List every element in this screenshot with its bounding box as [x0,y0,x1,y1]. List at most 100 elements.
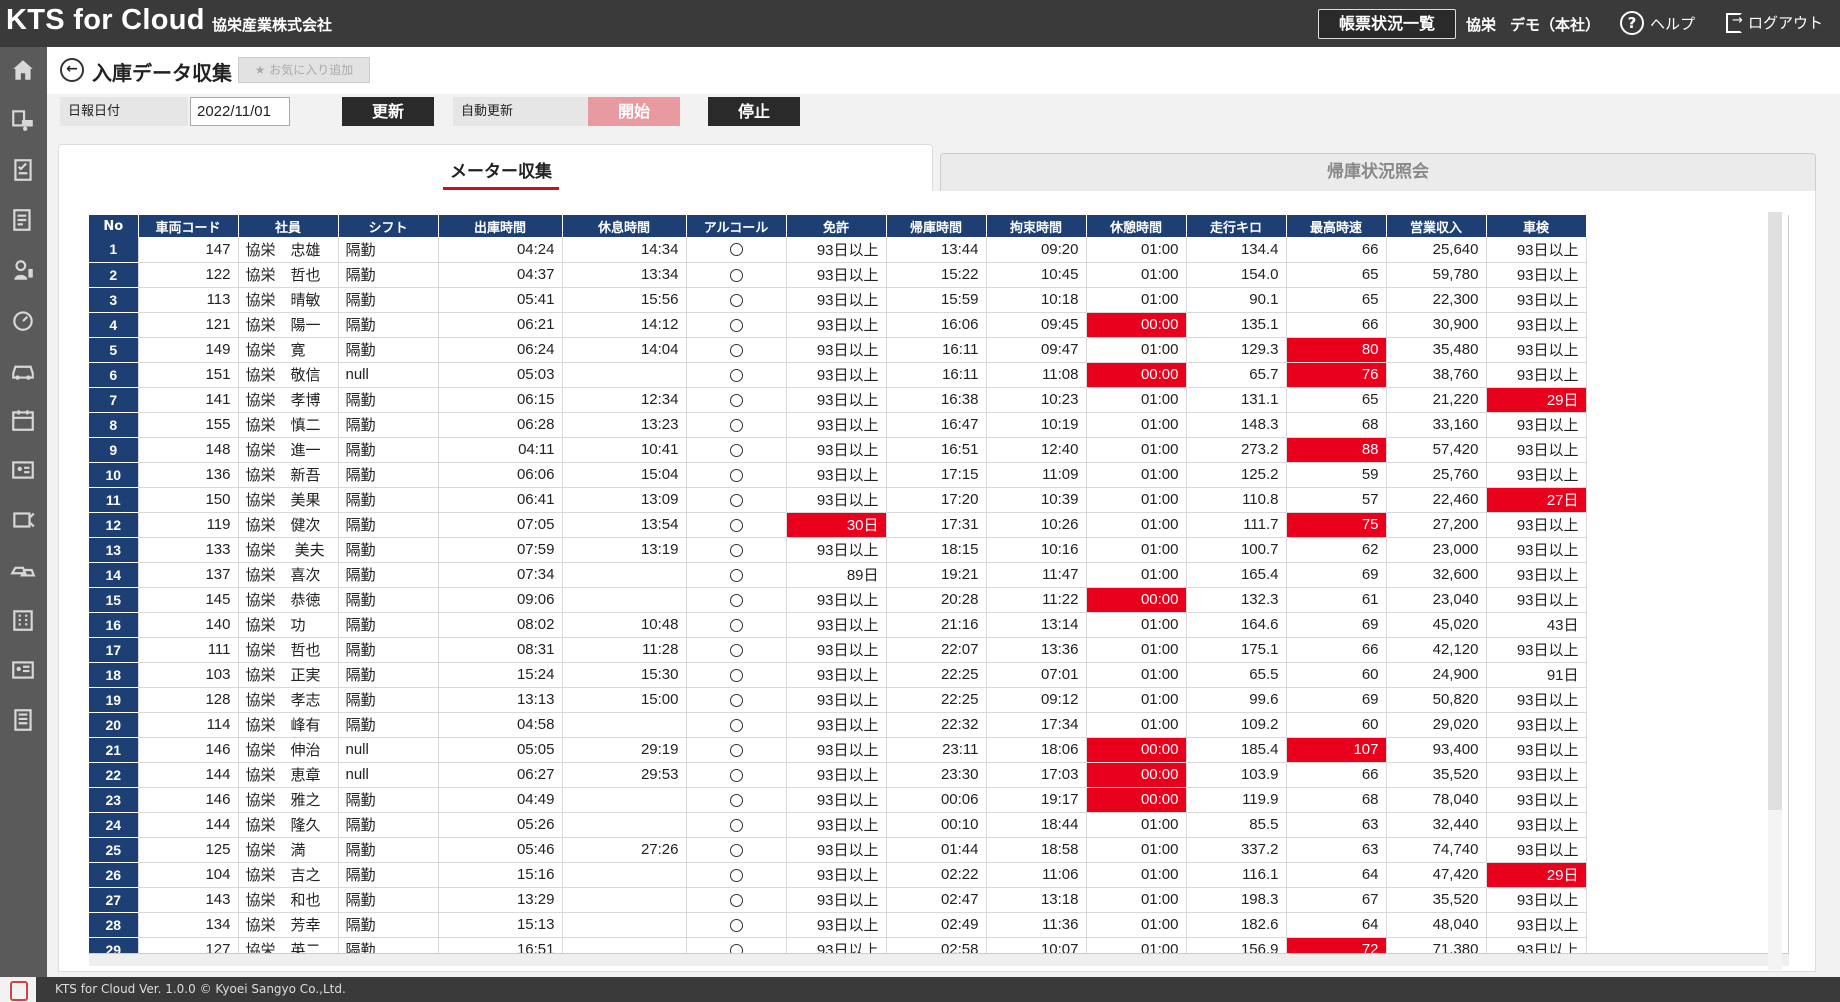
building-icon[interactable] [9,607,37,635]
cell-spd: 66 [1286,312,1387,338]
horizontal-scrollbar[interactable] [89,954,1789,966]
cell-ret: 02:47 [886,887,987,913]
table-row[interactable]: 2 122 協栄 哲也 隔勤 04:37 13:34 93日以上 15:22 10:45 01:0… [89,262,1587,288]
column-header[interactable]: アルコール [686,215,787,237]
table-row[interactable]: 8 155 協栄 慎二 隔勤 06:28 13:23 93日以上 16:47 10:19 01:0… [89,412,1587,438]
column-header[interactable]: 車両コード [138,215,239,237]
table-row[interactable]: 25 125 協栄 満隔勤 05:46 27:26 93日以上 01:44 18:58 01:0… [89,837,1587,863]
meter-icon[interactable] [9,307,37,335]
table-row[interactable]: 27 143 協栄 和也 隔勤 13:29 93日以上 02:47 13:18 01:00 198… [89,887,1587,913]
car-icon[interactable] [9,357,37,385]
column-header[interactable]: 走行キロ [1186,215,1287,237]
logout-link[interactable]: ログアウト [1726,12,1823,33]
column-header[interactable]: 免許 [786,215,887,237]
tab-meter-collection[interactable]: メーター収集 [58,144,933,192]
app-title: KTS for Cloud [6,4,205,36]
table-row[interactable]: 13 133 協栄 美夫 隔勤 07:59 13:19 93日以上 18:15 10:16 01:… [89,537,1587,563]
cell-brk: 00:00 [1086,762,1187,788]
vehicle-list-icon[interactable] [9,107,37,135]
help-link[interactable]: ? ヘルプ [1620,11,1695,35]
column-header[interactable]: 休息時間 [562,215,687,237]
cell-bind: 07:01 [986,662,1087,688]
accident-icon[interactable] [9,557,37,585]
home-icon[interactable] [9,57,37,85]
table-row[interactable]: 24 144 協栄 隆久 隔勤 05:26 93日以上 00:10 18:44 01:00 85.… [89,812,1587,838]
table-row[interactable]: 29 127 協栄 英二 隔勤 16:51 93日以上 02:58 10:07 01:00 156… [89,937,1587,953]
table-row[interactable]: 18 103 協栄 正実 隔勤 15:24 15:30 93日以上 22:25 07:01 01:… [89,662,1587,688]
cell-ret: 13:44 [886,237,987,263]
column-header[interactable]: 拘束時間 [986,215,1087,237]
column-header[interactable]: シフト [338,215,439,237]
cell-insp: 27日 [1486,487,1587,513]
report-status-button[interactable]: 帳票状況一覧 [1318,9,1456,39]
cell-car: 111 [138,637,239,663]
table-row[interactable]: 20 114 協栄 峰有 隔勤 04:58 93日以上 22:32 17:34 01:00 109… [89,712,1587,738]
cell-km: 109.2 [1186,712,1287,738]
table-row[interactable]: 12 119 協栄 健次 隔勤 07:05 13:54 30日 17:31 10:26 01:00… [89,512,1587,538]
column-header[interactable]: 帰庫時間 [886,215,987,237]
table-row[interactable]: 11 150 協栄 美果 隔勤 06:41 13:09 93日以上 17:20 10:39 01:… [89,487,1587,513]
date-input[interactable]: 2022/11/01 [190,97,290,126]
column-header[interactable]: 休憩時間 [1086,215,1187,237]
table-row[interactable]: 14 137 協栄 喜次 隔勤 07:34 89日 19:21 11:47 01:00 165.4… [89,562,1587,588]
cell-bind: 13:36 [986,637,1087,663]
alcohol-ok-icon [686,537,787,563]
maintenance-icon[interactable] [9,507,37,535]
back-arrow-icon[interactable]: ← [60,58,84,82]
cell-ret: 22:25 [886,662,987,688]
table-row[interactable]: 17 111 協栄 哲也 隔勤 08:31 11:28 93日以上 22:07 13:36 01:… [89,637,1587,663]
vertical-scroll-track[interactable] [1768,810,1782,970]
table-row[interactable]: 4 121 協栄 陽一 隔勤 06:21 14:12 93日以上 16:06 09:45 00:0… [89,312,1587,338]
table-row[interactable]: 19 128 協栄 孝志 隔勤 13:13 15:00 93日以上 22:25 09:12 01:… [89,687,1587,713]
add-favorite-button[interactable]: ★ お気に入り追加 [238,57,370,83]
circle-icon [729,268,743,282]
cell-shift: 隔勤 [338,262,439,288]
tab-return-status[interactable]: 帰庫状況照会 [940,153,1816,192]
cell-out: 06:27 [438,762,563,788]
stop-button[interactable]: 停止 [708,97,800,126]
alcohol-check-icon[interactable] [9,257,37,285]
table-row[interactable]: 9 148 協栄 進一 隔勤 04:11 10:41 93日以上 16:51 12:40 01:0… [89,437,1587,463]
table-row[interactable]: 10 136 協栄 新吾 隔勤 06:06 15:04 93日以上 17:15 11:09 01:… [89,462,1587,488]
table-row[interactable]: 28 134 協栄 芳幸 隔勤 15:13 93日以上 02:49 11:36 01:00 182… [89,912,1587,938]
circle-icon [729,293,743,307]
checklist-icon[interactable] [9,157,37,185]
table-row[interactable]: 5 149 協栄 寛隔勤 06:24 14:04 93日以上 16:11 09:47 01:00… [89,337,1587,363]
column-header[interactable]: No [89,215,139,237]
table-row[interactable]: 16 140 協栄 功隔勤 08:02 10:48 93日以上 21:16 13:14 01:0… [89,612,1587,638]
cell-insp: 93日以上 [1486,812,1587,838]
table-row[interactable]: 1 147 協栄 忠雄 隔勤 04:24 14:34 93日以上 13:44 09:20 01:0… [89,237,1587,263]
cell-spd: 107 [1286,737,1387,763]
table-row[interactable]: 22 144 協栄 恵章 null 06:27 29:53 93日以上 23:30 17:03 0… [89,762,1587,788]
column-header[interactable]: 最高時速 [1286,215,1387,237]
employee-card-icon[interactable] [9,657,37,685]
report-list-icon[interactable] [9,707,37,735]
table-row[interactable]: 6 151 協栄 敬信 null 05:03 93日以上 16:11 11:08 00:00 65… [89,362,1587,388]
table-row[interactable]: 21 146 協栄 伸治 null 05:05 29:19 93日以上 23:11 18:06 0… [89,737,1587,763]
cell-ret: 00:06 [886,787,987,813]
logout-icon [1726,12,1743,33]
cell-lic: 93日以上 [786,412,887,438]
cell-spd: 69 [1286,687,1387,713]
column-header[interactable]: 車検 [1486,215,1587,237]
table-row[interactable]: 7 141 協栄 孝博 隔勤 06:15 12:34 93日以上 16:38 10:23 01:0… [89,387,1587,413]
table-row[interactable]: 15 145 協栄 恭徳 隔勤 09:06 93日以上 20:28 11:22 00:00 132… [89,587,1587,613]
refresh-button[interactable]: 更新 [342,97,434,126]
table-row[interactable]: 3 113 協栄 晴敏 隔勤 05:41 15:56 93日以上 15:59 10:18 01:0… [89,287,1587,313]
cell-bind: 10:45 [986,262,1087,288]
table-row[interactable]: 26 104 協栄 吉之 隔勤 15:16 93日以上 02:22 11:06 01:00 116… [89,862,1587,888]
table-row[interactable]: 23 146 協栄 雅之 隔勤 04:49 93日以上 00:06 19:17 00:00 119… [89,787,1587,813]
document-icon[interactable] [9,207,37,235]
column-header[interactable]: 出庫時間 [438,215,563,237]
column-header[interactable]: 社員 [238,215,339,237]
vertical-scrollbar[interactable] [1768,212,1782,810]
data-table-viewport[interactable]: No 車両コード 社員 シフト 出庫時間 休息時間 アルコール 免許 帰庫時間 拘束時間 休憩時間走… [89,215,1789,954]
calendar-icon[interactable] [9,407,37,435]
cell-out: 07:05 [438,512,563,538]
id-card-icon[interactable] [9,457,37,485]
column-header[interactable]: 営業収入 [1386,215,1487,237]
alcohol-ok-icon [686,312,787,338]
start-button[interactable]: 開始 [588,97,680,126]
cell-lic: 93日以上 [786,312,887,338]
cell-km: 182.6 [1186,912,1287,938]
